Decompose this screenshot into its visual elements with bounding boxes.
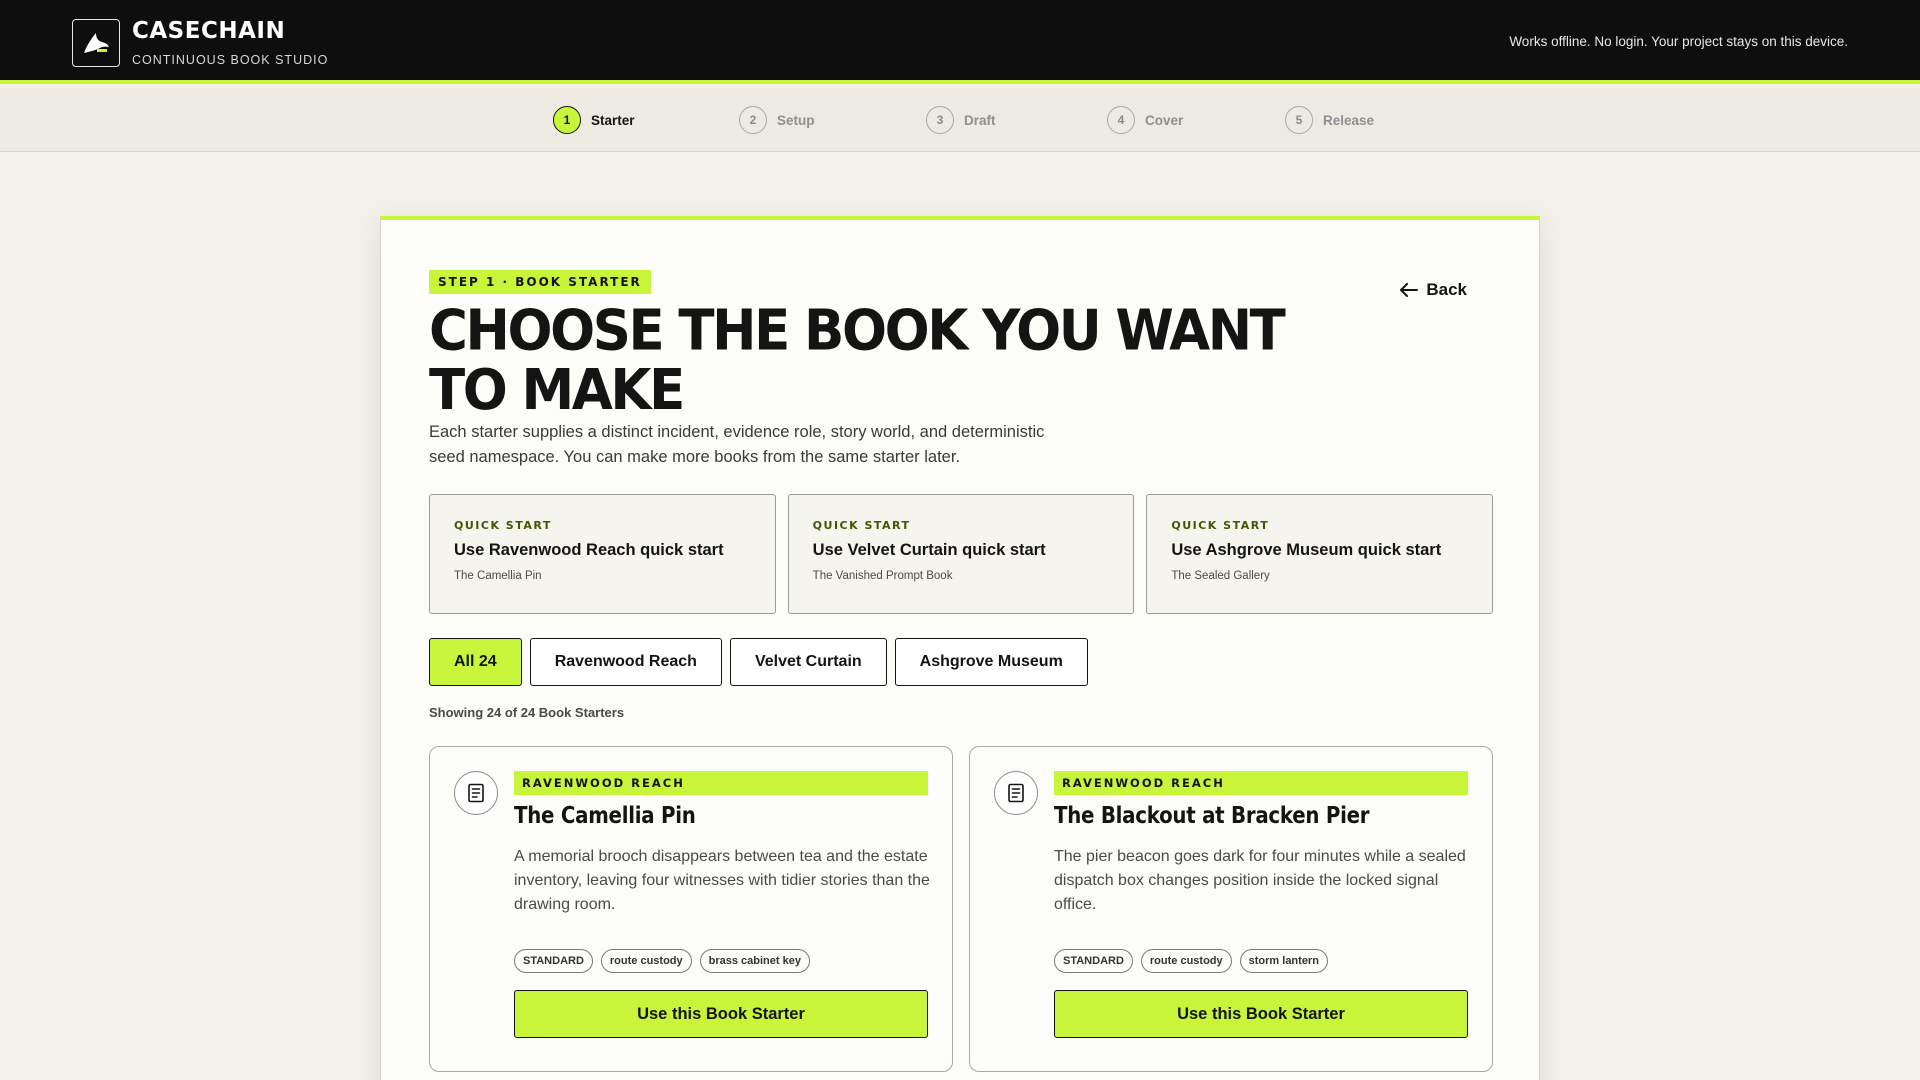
quick-start-subtitle: The Sealed Gallery [1171, 570, 1270, 582]
starter-card: RAVENWOOD REACH The Camellia Pin A memor… [429, 746, 953, 1072]
arrow-left-icon [1400, 283, 1419, 297]
filter-ravenwood-reach[interactable]: Ravenwood Reach [529, 638, 722, 686]
step-label: Release [1323, 112, 1375, 128]
page-title: CHOOSE THE BOOK YOU WANT TO MAKE [429, 298, 1286, 423]
starter-title: The Blackout at Bracken Pier [1054, 803, 1370, 829]
starter-chips: STANDARD route custody brass cabinet key [514, 949, 810, 973]
quick-start-ravenwood[interactable]: QUICK START Use Ravenwood Reach quick st… [429, 494, 776, 614]
step-eyebrow: STEP 1 · BOOK STARTER [429, 270, 651, 294]
step-label: Starter [591, 112, 635, 128]
step-number: 1 [553, 106, 581, 134]
brand-subtitle: CONTINUOUS BOOK STUDIO [132, 53, 329, 67]
quick-start-subtitle: The Camellia Pin [454, 570, 542, 582]
quick-start-velvet[interactable]: QUICK START Use Velvet Curtain quick sta… [787, 494, 1135, 614]
chip-tag: STANDARD [1054, 949, 1133, 973]
quick-start-ashgrove[interactable]: QUICK START Use Ashgrove Museum quick st… [1146, 494, 1494, 614]
document-icon [454, 771, 498, 815]
top-bar: CASECHAIN CONTINUOUS BOOK STUDIO Works o… [0, 0, 1920, 84]
step-draft[interactable]: 3 Draft [926, 106, 996, 134]
step-label: Draft [964, 112, 996, 128]
back-button[interactable]: Back [1400, 280, 1467, 300]
quick-start-title: Use Ashgrove Museum quick start [1171, 541, 1442, 559]
use-starter-button[interactable]: Use this Book Starter [1054, 990, 1468, 1038]
quick-start-label: QUICK START [812, 519, 911, 532]
back-label: Back [1426, 280, 1467, 299]
chip-tag: brass cabinet key [699, 949, 810, 973]
quick-start-row: QUICK START Use Ravenwood Reach quick st… [429, 494, 1494, 614]
quick-start-label: QUICK START [454, 519, 552, 532]
chip-tag: storm lantern [1239, 949, 1328, 973]
step-number: 5 [1285, 106, 1313, 134]
step-starter[interactable]: 1 Starter [553, 106, 635, 134]
bird-icon [84, 33, 109, 53]
starter-world-tag: RAVENWOOD REACH [1054, 771, 1468, 795]
starter-panel: STEP 1 · BOOK STARTER Back CHOOSE THE BO… [380, 216, 1540, 1080]
world-filter-bar: All 24 Ravenwood Reach Velvet Curtain As… [429, 638, 1088, 686]
results-count: Showing 24 of 24 Book Starters [429, 705, 625, 720]
step-label: Setup [777, 112, 815, 128]
step-release[interactable]: 5 Release [1285, 106, 1374, 134]
progress-stepper: 1 Starter 2 Setup 3 Draft 4 Cover 5 Rele… [0, 88, 1920, 152]
starter-grid: RAVENWOOD REACH The Camellia Pin A memor… [429, 746, 1493, 1072]
starter-chips: STANDARD route custody storm lantern [1054, 949, 1328, 973]
filter-all[interactable]: All 24 [429, 638, 522, 686]
page-description: Each starter supplies a distinct inciden… [429, 423, 1045, 466]
starter-description: A memorial brooch disappears between tea… [514, 848, 930, 913]
step-cover[interactable]: 4 Cover [1107, 106, 1183, 134]
chip-tag: route custody [600, 949, 692, 973]
document-icon [994, 771, 1038, 815]
use-starter-button[interactable]: Use this Book Starter [514, 990, 928, 1038]
brand-logo[interactable] [72, 19, 120, 67]
step-number: 2 [739, 106, 767, 134]
chip-tag: STANDARD [514, 949, 593, 973]
offline-note: Works offline. No login. Your project st… [1509, 34, 1848, 49]
starter-world-tag: RAVENWOOD REACH [514, 771, 928, 795]
step-number: 4 [1107, 106, 1135, 134]
quick-start-title: Use Ravenwood Reach quick start [454, 541, 724, 559]
step-setup[interactable]: 2 Setup [739, 106, 815, 134]
step-number: 3 [926, 106, 954, 134]
filter-ashgrove-museum[interactable]: Ashgrove Museum [894, 638, 1088, 686]
brand-name: CASECHAIN [132, 18, 286, 44]
chip-tag: route custody [1140, 949, 1232, 973]
quick-start-label: QUICK START [1171, 519, 1270, 532]
starter-description: The pier beacon goes dark for four minut… [1054, 848, 1466, 913]
filter-velvet-curtain[interactable]: Velvet Curtain [729, 638, 887, 686]
quick-start-title: Use Velvet Curtain quick start [812, 541, 1046, 559]
starter-title: The Camellia Pin [514, 803, 696, 829]
quick-start-subtitle: The Vanished Prompt Book [812, 570, 953, 582]
step-label: Cover [1145, 112, 1184, 128]
starter-card: RAVENWOOD REACH The Blackout at Bracken … [969, 746, 1493, 1072]
